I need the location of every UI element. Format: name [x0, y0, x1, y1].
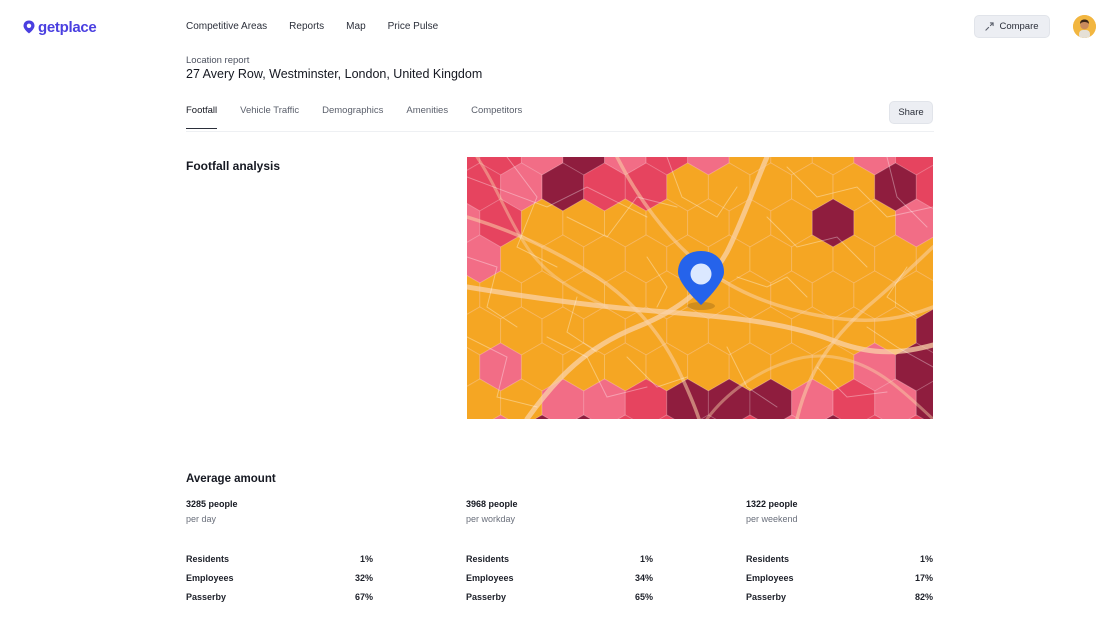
row-label: Passerby: [746, 592, 787, 602]
stat-row-employees: Employees 32%: [186, 572, 373, 584]
share-button[interactable]: Share: [889, 101, 933, 124]
nav-item-competitive-areas[interactable]: Competitive Areas: [186, 20, 267, 34]
stat-row-passerby: Passerby 82%: [746, 591, 933, 603]
stat-row-residents: Residents 1%: [186, 553, 373, 565]
stat-value: 3968 people: [466, 499, 518, 509]
row-value: 67%: [354, 592, 373, 602]
nav-item-price-pulse[interactable]: Price Pulse: [388, 20, 439, 34]
tabs-divider: [186, 131, 934, 132]
hex-map-svg: [467, 157, 933, 419]
avatar[interactable]: [1073, 15, 1096, 38]
tab-competitors[interactable]: Competitors: [471, 105, 522, 129]
page: getplace Competitive Areas Reports Map P…: [0, 0, 1120, 630]
stat-period: per workday: [466, 514, 516, 524]
tab-footfall[interactable]: Footfall: [186, 105, 218, 129]
row-label: Residents: [186, 554, 230, 564]
stat-row-passerby: Passerby 67%: [186, 591, 373, 603]
row-value: 65%: [634, 592, 653, 602]
average-title: Average amount: [186, 473, 276, 485]
stat-column-workday: 3968 people per workday Residents 1% Empl…: [466, 498, 653, 610]
stat-row-employees: Employees 17%: [746, 572, 933, 584]
row-label: Employees: [746, 573, 794, 583]
compare-icon: [985, 22, 995, 31]
stat-period: per weekend: [746, 514, 798, 524]
row-label: Residents: [746, 554, 790, 564]
row-label: Passerby: [186, 592, 227, 602]
compare-button[interactable]: Compare: [974, 15, 1050, 38]
stat-value: 1322 people: [746, 499, 798, 509]
report-tabs: Footfall Vehicle Traffic Demographics Am…: [186, 105, 545, 129]
footfall-title: Footfall analysis: [186, 159, 281, 173]
tab-vehicle-traffic[interactable]: Vehicle Traffic: [240, 105, 299, 129]
row-value: 34%: [634, 573, 653, 583]
logo[interactable]: getplace: [23, 16, 97, 38]
location-address: 27 Avery Row, Westminster, London, Unite…: [186, 67, 483, 81]
row-value: 82%: [914, 592, 933, 602]
footfall-heatmap[interactable]: [467, 157, 933, 419]
row-label: Passerby: [466, 592, 507, 602]
stat-row-passerby: Passerby 65%: [466, 591, 653, 603]
stat-value: 3285 people: [186, 499, 238, 509]
row-value: 32%: [354, 573, 373, 583]
row-value: 1%: [359, 554, 373, 564]
stat-column-weekend: 1322 people per weekend Residents 1% Empl…: [746, 498, 933, 610]
row-label: Employees: [466, 573, 514, 583]
avatar-image: [1073, 15, 1096, 38]
row-value: 1%: [919, 554, 933, 564]
stat-column-day: 3285 people per day Residents 1% Employee…: [186, 498, 373, 610]
row-label: Employees: [186, 573, 234, 583]
row-label: Residents: [466, 554, 510, 564]
stat-row-employees: Employees 34%: [466, 572, 653, 584]
nav-item-map[interactable]: Map: [346, 20, 365, 34]
logo-icon: [23, 20, 35, 34]
row-value: 17%: [914, 573, 933, 583]
top-nav: Competitive Areas Reports Map Price Puls…: [186, 20, 460, 34]
nav-item-reports[interactable]: Reports: [289, 20, 324, 34]
tab-demographics[interactable]: Demographics: [322, 105, 383, 129]
compare-label: Compare: [999, 21, 1039, 32]
row-value: 1%: [639, 554, 653, 564]
logo-text: getplace: [38, 18, 97, 36]
location-label: Location report: [186, 55, 250, 66]
stat-row-residents: Residents 1%: [746, 553, 933, 565]
stat-row-residents: Residents 1%: [466, 553, 653, 565]
tab-amenities[interactable]: Amenities: [406, 105, 448, 129]
stat-period: per day: [186, 514, 217, 524]
